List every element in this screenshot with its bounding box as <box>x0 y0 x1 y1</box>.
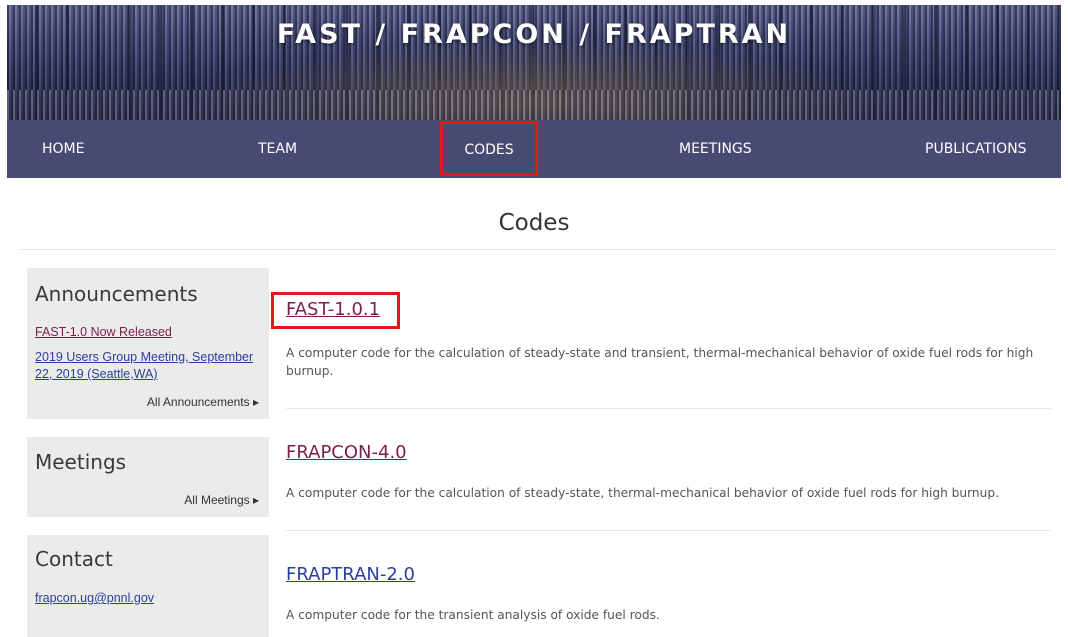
code-divider <box>286 408 1051 409</box>
nav-home[interactable]: HOME <box>42 120 84 178</box>
nav-meetings[interactable]: MEETINGS <box>679 120 752 178</box>
announcements-heading: Announcements <box>35 282 198 306</box>
all-announcements-link[interactable]: All Announcements ▸ <box>147 395 259 409</box>
contact-heading: Contact <box>35 547 113 571</box>
code-divider <box>286 530 1051 531</box>
title-divider <box>20 249 1056 250</box>
code-link-frapcon[interactable]: FRAPCON-4.0 <box>286 442 407 463</box>
code-link-fast[interactable]: FAST-1.0.1 <box>286 299 380 320</box>
nav-team[interactable]: TEAM <box>258 120 297 178</box>
code-desc-fast: A computer code for the calculation of s… <box>286 346 1034 378</box>
nav-codes[interactable]: CODES <box>440 121 538 176</box>
header-banner: FAST / FRAPCON / FRAPTRAN <box>7 5 1061 120</box>
page-title: Codes <box>498 210 570 236</box>
announcement-link-fast[interactable]: FAST-1.0 Now Released <box>35 324 172 341</box>
all-meetings-link[interactable]: All Meetings ▸ <box>184 493 259 507</box>
meetings-box: Meetings All Meetings ▸ <box>27 437 269 517</box>
code-link-fraptran[interactable]: FRAPTRAN-2.0 <box>286 564 415 585</box>
code-desc-frapcon: A computer code for the calculation of s… <box>286 486 999 500</box>
main-nav: HOME TEAM CODES MEETINGS PUBLICATIONS <box>7 120 1061 178</box>
contact-box: Contact frapcon.ug@pnnl.gov <box>27 535 269 637</box>
site-title: FAST / FRAPCON / FRAPTRAN <box>276 19 792 50</box>
announcement-link-meeting[interactable]: 2019 Users Group Meeting, September 22, … <box>35 349 255 383</box>
announcements-box: Announcements FAST-1.0 Now Released 2019… <box>27 268 269 419</box>
contact-email-link[interactable]: frapcon.ug@pnnl.gov <box>35 590 154 607</box>
code-desc-fraptran: A computer code for the transient analys… <box>286 608 660 622</box>
meetings-heading: Meetings <box>35 450 127 474</box>
nav-publications[interactable]: PUBLICATIONS <box>925 120 1027 178</box>
banner-bottom-rods <box>7 90 1061 120</box>
